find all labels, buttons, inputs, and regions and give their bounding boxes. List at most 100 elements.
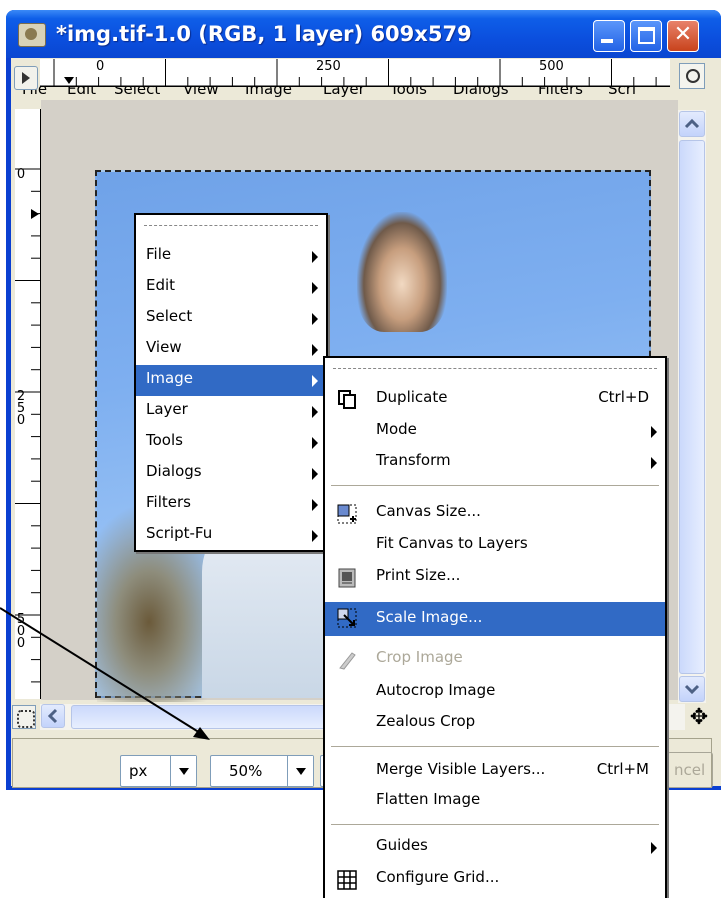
- image-context-menu: File Edit Select View Image Layer Tools …: [134, 213, 328, 552]
- submenu-arrow-icon: [312, 437, 318, 449]
- menu-separator: [331, 746, 659, 747]
- duplicate-icon: [338, 390, 356, 409]
- unit-select[interactable]: px: [120, 755, 197, 787]
- chevron-left-icon: [47, 708, 58, 724]
- menu-item-configure-grid[interactable]: Configure Grid...: [325, 864, 665, 895]
- chevron-up-icon: [684, 118, 700, 129]
- window-title: *img.tif-1.0 (RGB, 1 layer) 609x579: [56, 22, 472, 46]
- zoom-select-value: 50%: [229, 762, 263, 780]
- menu-item-label: Filters: [146, 493, 191, 511]
- scroll-down-button[interactable]: [679, 676, 705, 702]
- title-bar[interactable]: *img.tif-1.0 (RGB, 1 layer) 609x579 ✕: [6, 10, 721, 58]
- context-menu-filters[interactable]: Filters: [136, 489, 326, 520]
- menu-item-label: Tools: [146, 431, 183, 449]
- menu-item-label: View: [146, 338, 182, 356]
- menu-item-zealous-crop[interactable]: Zealous Crop: [325, 708, 665, 739]
- tearoff-line[interactable]: [333, 368, 657, 369]
- close-button[interactable]: ✕: [667, 20, 699, 52]
- context-menu-layer[interactable]: Layer: [136, 396, 326, 427]
- hruler-label: 500: [539, 59, 564, 74]
- menu-item-scale-image[interactable]: Scale Image...: [325, 602, 665, 636]
- print-size-icon: [338, 568, 356, 588]
- menu-item-accelerator: Ctrl+D: [598, 388, 649, 406]
- scroll-left-button[interactable]: [41, 704, 65, 728]
- menu-arrow-button[interactable]: [14, 66, 38, 90]
- gimp-app-icon[interactable]: [18, 23, 46, 47]
- quick-mask-button[interactable]: [12, 705, 36, 729]
- vertical-scrollbar[interactable]: [678, 110, 706, 703]
- screenshot: *img.tif-1.0 (RGB, 1 layer) 609x579 ✕ Fi…: [0, 0, 721, 898]
- maximize-icon: [638, 27, 655, 44]
- menu-item-label: Select: [146, 307, 193, 325]
- menu-item-label: Script-Fu: [146, 524, 213, 542]
- vertical-scroll-thumb[interactable]: [679, 140, 705, 674]
- menu-item-duplicate[interactable]: Duplicate Ctrl+D: [325, 384, 665, 415]
- menu-item-canvas-size[interactable]: Canvas Size...: [325, 498, 665, 529]
- canvas-size-icon: [337, 504, 357, 524]
- submenu-arrow-icon: [312, 313, 318, 325]
- menu-item-label: Layer: [146, 400, 188, 418]
- context-menu-image[interactable]: Image: [136, 365, 326, 396]
- vertical-ruler[interactable]: 0 2 5 0 5 0 0: [15, 109, 41, 699]
- chevron-down-icon[interactable]: [287, 756, 313, 786]
- menu-item-label: Autocrop Image: [376, 681, 496, 699]
- image-hair-region: [357, 212, 447, 332]
- menu-separator: [331, 824, 659, 825]
- menu-item-label: Configure Grid...: [376, 868, 500, 886]
- horizontal-ruler[interactable]: 0 250 500: [40, 59, 670, 87]
- menu-item-guides[interactable]: Guides: [325, 832, 665, 863]
- zoom-select[interactable]: 50%: [210, 755, 314, 787]
- menu-item-mode[interactable]: Mode: [325, 416, 665, 447]
- menu-item-transform[interactable]: Transform: [325, 447, 665, 478]
- menu-item-label: Edit: [146, 276, 176, 294]
- menu-item-label: Image: [146, 369, 193, 387]
- menu-item-print-size[interactable]: Print Size...: [325, 562, 665, 593]
- menu-item-autocrop[interactable]: Autocrop Image: [325, 677, 665, 708]
- context-menu-view[interactable]: View: [136, 334, 326, 365]
- menu-item-flatten[interactable]: Flatten Image: [325, 786, 665, 817]
- chevron-down-icon: [684, 684, 700, 695]
- menu-item-label: Fit Canvas to Layers: [376, 534, 528, 552]
- menu-item-label: Duplicate: [376, 388, 448, 406]
- unit-select-value: px: [129, 762, 148, 780]
- menu-item-label: Merge Visible Layers...: [376, 760, 546, 778]
- submenu-arrow-icon: [312, 499, 318, 511]
- context-menu-dialogs[interactable]: Dialogs: [136, 458, 326, 489]
- context-menu-select[interactable]: Select: [136, 303, 326, 334]
- minimize-button[interactable]: [593, 20, 625, 52]
- context-menu-file[interactable]: File: [136, 241, 326, 272]
- context-menu-edit[interactable]: Edit: [136, 272, 326, 303]
- cancel-button[interactable]: ncel: [667, 752, 713, 788]
- menu-item-label: Mode: [376, 420, 417, 438]
- menu-separator: [331, 485, 659, 486]
- tearoff-line[interactable]: [144, 225, 318, 226]
- menu-item-label: Zealous Crop: [376, 712, 476, 730]
- submenu-arrow-icon: [312, 251, 318, 263]
- grid-icon: [337, 870, 357, 890]
- maximize-button[interactable]: [630, 20, 662, 52]
- crop-icon: [339, 652, 356, 670]
- menu-item-fit-canvas[interactable]: Fit Canvas to Layers: [325, 530, 665, 561]
- cursor-marker-icon: [31, 209, 39, 219]
- scroll-up-button[interactable]: [679, 111, 705, 137]
- cursor-marker-icon: [64, 77, 74, 84]
- zoom-toggle-button[interactable]: [679, 63, 705, 89]
- menu-item-label: Flatten Image: [376, 790, 481, 808]
- chevron-down-icon[interactable]: [170, 756, 196, 786]
- submenu-arrow-icon: [651, 426, 657, 438]
- menu-item-label: Scale Image...: [376, 608, 483, 626]
- scale-image-icon: [337, 608, 357, 628]
- submenu-arrow-icon: [312, 406, 318, 418]
- menu-item-label: Print Size...: [376, 566, 461, 584]
- menu-item-merge-visible[interactable]: Merge Visible Layers... Ctrl+M: [325, 756, 665, 787]
- vruler-label: 0: [16, 167, 26, 182]
- menu-item-label: Guides: [376, 836, 428, 854]
- context-menu-tools[interactable]: Tools: [136, 427, 326, 458]
- vruler-label: 2 5 0: [16, 389, 26, 428]
- navigate-icon[interactable]: ✥: [686, 705, 712, 731]
- image-submenu: Duplicate Ctrl+D Mode Transform Canvas S…: [323, 356, 667, 898]
- hruler-label: 0: [96, 59, 105, 74]
- context-menu-script-fu[interactable]: Script-Fu: [136, 520, 326, 551]
- submenu-arrow-icon: [651, 842, 657, 854]
- minimize-icon: [601, 39, 613, 43]
